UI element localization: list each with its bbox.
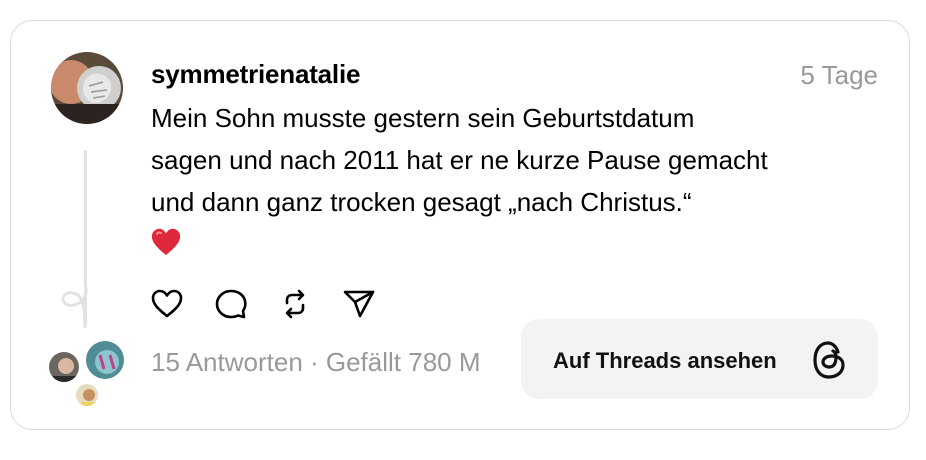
replier-avatar [74,382,100,408]
comment-icon [215,289,247,319]
view-on-threads-label: Auf Threads ansehen [553,348,777,373]
author-avatar[interactable] [51,52,123,124]
replier-avatar [47,350,81,384]
thread-loop-icon [61,282,88,329]
repost-button[interactable] [278,287,312,321]
heart-emoji [151,228,181,255]
replier-avatar [84,339,126,381]
author-username[interactable]: symmetrienatalie [151,59,360,90]
view-on-threads-button[interactable]: Auf Threads ansehen [521,319,878,399]
post-text-line: und dann ganz trocken gesagt „nach Chris… [151,187,692,217]
threads-logo-icon [813,341,845,379]
post-text-line: Mein Sohn musste gestern sein Geburtstda… [151,103,695,133]
post-stats[interactable]: 15 Antworten · Gefällt 780 M [151,347,481,378]
post-text: Mein Sohn musste gestern sein Geburtstda… [151,97,891,223]
post-timestamp[interactable]: 5 Tage [800,60,878,91]
post-text-line: sagen und nach 2011 hat er ne kurze Paus… [151,145,768,175]
heart-icon [151,289,183,318]
share-icon [343,290,375,318]
like-button[interactable] [150,287,184,321]
reply-button[interactable] [214,287,248,321]
repost-icon [285,289,305,319]
share-button[interactable] [342,287,376,321]
